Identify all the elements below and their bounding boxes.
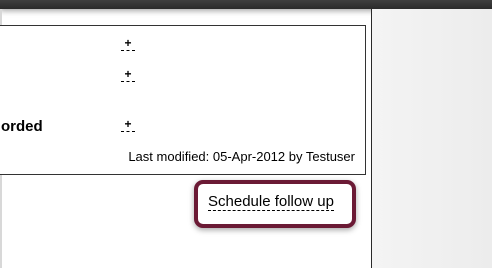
right-side-panel: [372, 9, 492, 268]
add-field-button-1[interactable]: +: [121, 37, 135, 51]
add-field-button-2[interactable]: +: [121, 68, 135, 82]
add-field-button-3[interactable]: +: [121, 118, 135, 132]
window-top-bar: [0, 0, 492, 9]
page-fragment: + + orded + Last modified: 05-Apr-2012 b…: [0, 0, 492, 268]
last-modified-text: Last modified: 05-Apr-2012 by Testuser: [128, 149, 355, 164]
record-details-box: + + orded + Last modified: 05-Apr-2012 b…: [0, 25, 366, 175]
recorded-field-label: orded: [1, 118, 43, 135]
schedule-follow-up-link[interactable]: Schedule follow up: [208, 193, 334, 211]
schedule-follow-up-highlight: Schedule follow up: [194, 180, 356, 228]
